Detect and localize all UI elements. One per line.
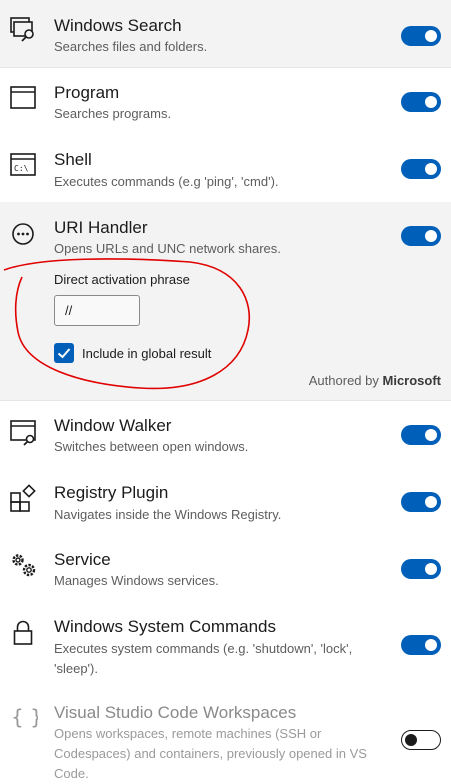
plugin-description-line: 'sleep'). (54, 661, 98, 676)
plugin-description: Switches between open windows. (54, 439, 249, 454)
registry-icon (8, 484, 38, 514)
plugin-description-line: Code. (54, 766, 89, 781)
plugin-system-commands[interactable]: Windows System Commands Executes system … (0, 602, 451, 686)
plugin-program[interactable]: Program Searches programs. (0, 68, 451, 135)
lock-icon (8, 618, 38, 648)
activation-phrase-input[interactable]: // (54, 295, 140, 326)
service-toggle[interactable] (401, 559, 441, 579)
plugin-description: Opens URLs and UNC network shares. (54, 241, 281, 256)
windows-search-toggle[interactable] (401, 26, 441, 46)
uri-handler-icon (8, 219, 38, 249)
plugin-title: Windows Search (54, 16, 182, 35)
plugin-description-line: Codespaces) and containers, previously o… (54, 746, 367, 761)
svg-text:{ }: { } (11, 705, 38, 729)
authored-by: Authored by Microsoft (309, 373, 441, 388)
plugin-windows-search[interactable]: Windows Search Searches files and folder… (0, 0, 451, 67)
shell-terminal-icon: C:\ (8, 150, 38, 180)
plugin-title: Windows System Commands (54, 617, 277, 636)
plugin-title: Window Walker (54, 416, 172, 435)
plugin-window-walker[interactable]: Window Walker Switches between open wind… (0, 401, 451, 468)
plugin-title: Service (54, 550, 111, 569)
activation-phrase-label: Direct activation phrase (54, 272, 190, 287)
plugin-shell[interactable]: C:\ Shell Executes commands (e.g 'ping',… (0, 135, 451, 202)
plugin-description: Searches files and folders. (54, 39, 208, 54)
uri-handler-toggle[interactable] (401, 226, 441, 246)
plugin-description-line: Opens workspaces, remote machines (SSH o… (54, 726, 322, 741)
plugin-title: URI Handler (54, 218, 148, 237)
window-walker-icon (8, 417, 38, 447)
plugin-title: Shell (54, 150, 92, 169)
service-gears-icon (8, 550, 38, 580)
vscode-workspaces-toggle[interactable] (401, 730, 441, 750)
braces-icon: { } (8, 702, 38, 732)
plugin-title: Visual Studio Code Workspaces (54, 703, 297, 722)
plugin-description: Executes commands (e.g 'ping', 'cmd'). (54, 174, 279, 189)
plugin-description-line: Executes system commands (e.g. 'shutdown… (54, 641, 353, 656)
windows-search-icon (8, 14, 38, 44)
author-name: Microsoft (382, 373, 442, 388)
plugin-uri-handler[interactable]: URI Handler Opens URLs and UNC network s… (0, 202, 451, 400)
plugin-description: Manages Windows services. (54, 573, 219, 588)
program-toggle[interactable] (401, 92, 441, 112)
include-global-label: Include in global result (82, 346, 212, 361)
system-commands-toggle[interactable] (401, 635, 441, 655)
plugin-service[interactable]: Service Manages Windows services. (0, 535, 451, 602)
plugin-description: Navigates inside the Windows Registry. (54, 507, 282, 522)
include-global-checkbox[interactable] (54, 343, 74, 363)
plugin-title: Program (54, 83, 120, 102)
program-window-icon (8, 83, 38, 113)
activation-phrase-value: // (65, 303, 73, 318)
checkmark-icon (57, 348, 71, 359)
plugin-description: Searches programs. (54, 106, 172, 121)
window-walker-toggle[interactable] (401, 425, 441, 445)
plugin-registry[interactable]: Registry Plugin Navigates inside the Win… (0, 468, 451, 535)
svg-text:C:\: C:\ (14, 164, 29, 173)
plugin-vscode-workspaces[interactable]: { } Visual Studio Code Workspaces Opens … (0, 686, 451, 781)
registry-toggle[interactable] (401, 492, 441, 512)
shell-toggle[interactable] (401, 159, 441, 179)
plugin-title: Registry Plugin (54, 483, 169, 502)
authored-by-prefix: Authored by (308, 373, 379, 388)
